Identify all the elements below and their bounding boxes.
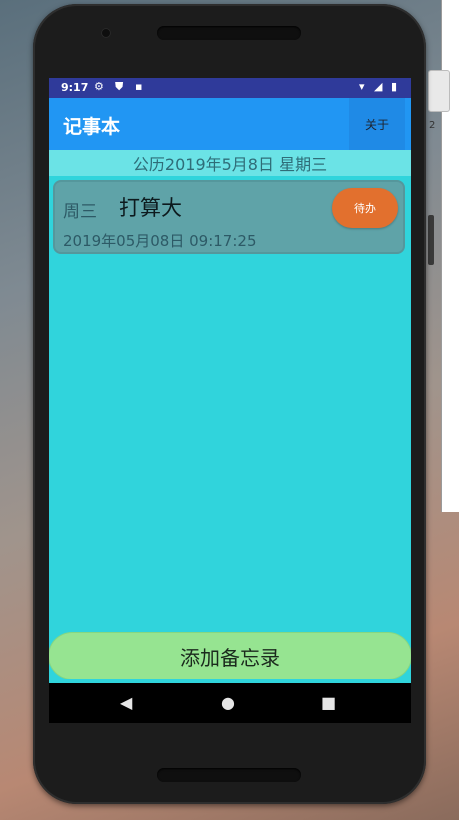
shield-icon: ⛊: [115, 80, 124, 93]
top-speaker: [157, 26, 301, 40]
side-panel-number: 2: [429, 120, 436, 131]
battery-icon: ▮: [391, 80, 398, 93]
todo-status-button[interactable]: 待办: [332, 188, 398, 228]
front-camera: [101, 28, 111, 38]
note-title: 打算大: [119, 196, 182, 220]
signal-icon: ◢: [374, 80, 383, 93]
add-memo-button[interactable]: 添加备忘录: [49, 633, 411, 679]
phone-side-button: [428, 215, 434, 265]
note-card[interactable]: 周三 打算大 2019年05月08日 09:17:25 待办: [53, 180, 405, 254]
back-icon[interactable]: ◀: [120, 693, 132, 713]
navigation-bar: ◀ ● ■: [49, 683, 411, 723]
status-bar: 9:17 ⚙ ⛊ ▪ ▾ ◢ ▮: [49, 78, 411, 98]
sd-card-icon: ▪: [135, 80, 143, 93]
gear-icon: ⚙: [94, 80, 104, 93]
status-time: 9:17: [61, 81, 89, 94]
app-screen: 9:17 ⚙ ⛊ ▪ ▾ ◢ ▮ 记事本 关于 公历2019年5月8日 星期三 …: [49, 78, 411, 723]
bottom-speaker: [157, 768, 301, 782]
app-bar: 记事本 关于: [49, 98, 411, 150]
side-window-panel: 2: [428, 0, 459, 512]
app-title: 记事本: [63, 116, 121, 138]
date-banner: 公历2019年5月8日 星期三: [49, 150, 411, 176]
about-button[interactable]: 关于: [349, 98, 405, 150]
note-weekday: 周三: [63, 202, 97, 222]
recent-apps-icon[interactable]: ■: [321, 693, 336, 713]
phone-frame: 9:17 ⚙ ⛊ ▪ ▾ ◢ ▮ 记事本 关于 公历2019年5月8日 星期三 …: [33, 4, 426, 804]
home-icon[interactable]: ●: [221, 693, 235, 713]
note-timestamp: 2019年05月08日 09:17:25: [63, 232, 257, 250]
wifi-icon: ▾: [359, 80, 365, 93]
side-panel-button[interactable]: [428, 70, 450, 112]
